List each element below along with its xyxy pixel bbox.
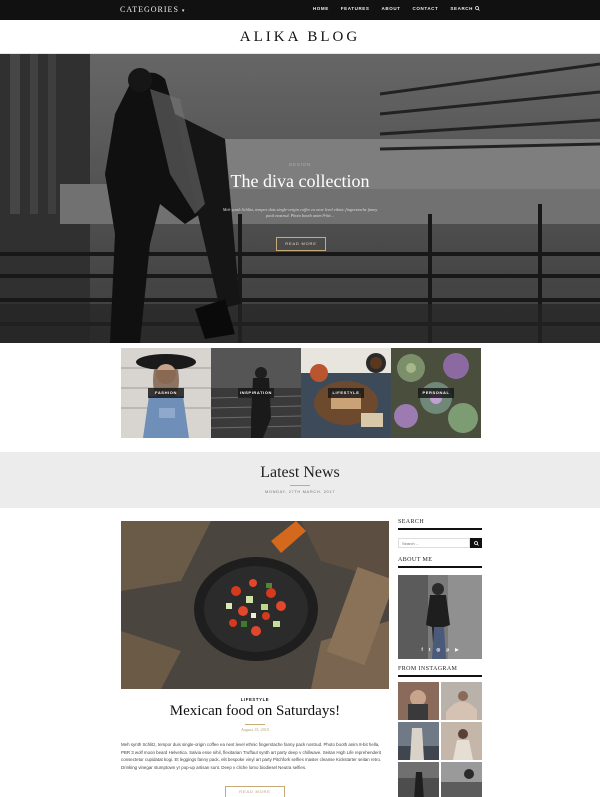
menu-item-contact[interactable]: CONTACT [413, 6, 439, 11]
sidebar-search-button[interactable] [470, 538, 482, 548]
post-date: August 15, 2015 [240, 727, 270, 732]
top-nav: CATEGORIES ▾ HOME FEATURES ABOUT CONTACT… [0, 0, 600, 20]
social-links: f t ◎ p ▶ [398, 647, 482, 653]
latest-news-date: MONDAY, 27TH MARCH, 2017 [264, 489, 336, 494]
sidebar-instagram-widget-title: FROM INSTAGRAM [398, 666, 482, 677]
latest-news-band: Latest News MONDAY, 27TH MARCH, 2017 [0, 452, 600, 508]
latest-news-heading: Latest News [260, 464, 340, 481]
youtube-icon[interactable]: ▶ [455, 647, 458, 653]
widget-title-rule [398, 566, 482, 568]
food-image [121, 521, 389, 689]
category-tile-personal[interactable]: PERSONAL [391, 348, 481, 438]
menu-item-about[interactable]: ABOUT [382, 6, 401, 11]
category-tile-fashion[interactable]: FASHION [121, 348, 211, 438]
post-category[interactable]: LIFESTYLE [121, 697, 389, 702]
search-widget-heading: SEARCH [398, 519, 425, 525]
about-me-image[interactable]: f t ◎ p ▶ [398, 575, 482, 659]
category-tiles: FASHION INSPIRATION LIFESTYLE PERSONAL [121, 348, 481, 438]
pinterest-icon[interactable]: p [446, 647, 449, 653]
category-tile-lifestyle[interactable]: LIFESTYLE [301, 348, 391, 438]
instagram-photo-image [398, 682, 439, 720]
instagram-grid [398, 682, 482, 797]
menu-item-features[interactable]: FEATURES [341, 6, 370, 11]
search-icon [475, 6, 480, 11]
hero-image [0, 54, 600, 343]
widget-title-rule [398, 675, 482, 677]
post-read-more-button[interactable]: READ MORE [225, 786, 285, 797]
instagram-photo-image [441, 762, 482, 797]
category-label-inspiration: INSPIRATION [238, 388, 274, 398]
instagram-photo-image [398, 762, 439, 797]
category-label-fashion: FASHION [148, 388, 184, 398]
instagram-photo[interactable] [441, 682, 482, 720]
instagram-photo[interactable] [441, 762, 482, 797]
menu-item-home[interactable]: HOME [313, 6, 329, 11]
search-label: SEARCH [450, 6, 473, 11]
categories-dropdown[interactable]: CATEGORIES ▾ [120, 5, 185, 14]
menu-item-search[interactable]: SEARCH [450, 6, 480, 11]
site-logo[interactable]: ALIKA BLOG [0, 29, 600, 46]
sidebar-search-widget-title: SEARCH [398, 519, 482, 530]
instagram-photo[interactable] [398, 682, 439, 720]
hero-category[interactable]: DESIGN [0, 162, 600, 167]
category-label-lifestyle: LIFESTYLE [328, 388, 364, 398]
widget-title-rule [398, 528, 482, 530]
instagram-widget-heading: FROM INSTAGRAM [398, 666, 458, 672]
hero-read-more-button[interactable]: READ MORE [276, 237, 326, 251]
hero-slider: DESIGN The diva collection Meh synth Sch… [0, 54, 600, 343]
post-title-divider [245, 724, 265, 725]
instagram-photo[interactable] [398, 722, 439, 760]
instagram-photo[interactable] [398, 762, 439, 797]
heading-divider [290, 485, 310, 486]
sidebar-search-input[interactable] [398, 538, 470, 548]
main-menu: HOME FEATURES ABOUT CONTACT SEARCH [313, 6, 480, 11]
twitter-icon[interactable]: t [429, 647, 431, 653]
post-excerpt: Meh synth Schlitz, tempor duis single-or… [121, 742, 382, 770]
sidebar-search-form [398, 538, 482, 548]
instagram-photo[interactable] [441, 722, 482, 760]
post-featured-image[interactable] [121, 521, 389, 689]
facebook-icon[interactable]: f [421, 647, 423, 653]
masthead: ALIKA BLOG [0, 20, 600, 54]
instagram-photo-image [441, 722, 482, 760]
category-tile-inspiration[interactable]: INSPIRATION [211, 348, 301, 438]
hero-title[interactable]: The diva collection [0, 171, 600, 192]
instagram-icon[interactable]: ◎ [436, 647, 440, 653]
instagram-photo-image [441, 682, 482, 720]
search-icon [473, 540, 479, 546]
about-widget-heading: ABOUT ME [398, 557, 433, 563]
caret-down-icon: ▾ [181, 9, 186, 14]
categories-label: CATEGORIES [120, 5, 179, 14]
post-title[interactable]: Mexican food on Saturdays! [121, 703, 389, 720]
category-label-personal: PERSONAL [418, 388, 454, 398]
instagram-photo-image [398, 722, 439, 760]
sidebar-about-widget-title: ABOUT ME [398, 557, 482, 568]
hero-excerpt: Meh synth Schlitz, tempor duis single-or… [222, 207, 378, 218]
